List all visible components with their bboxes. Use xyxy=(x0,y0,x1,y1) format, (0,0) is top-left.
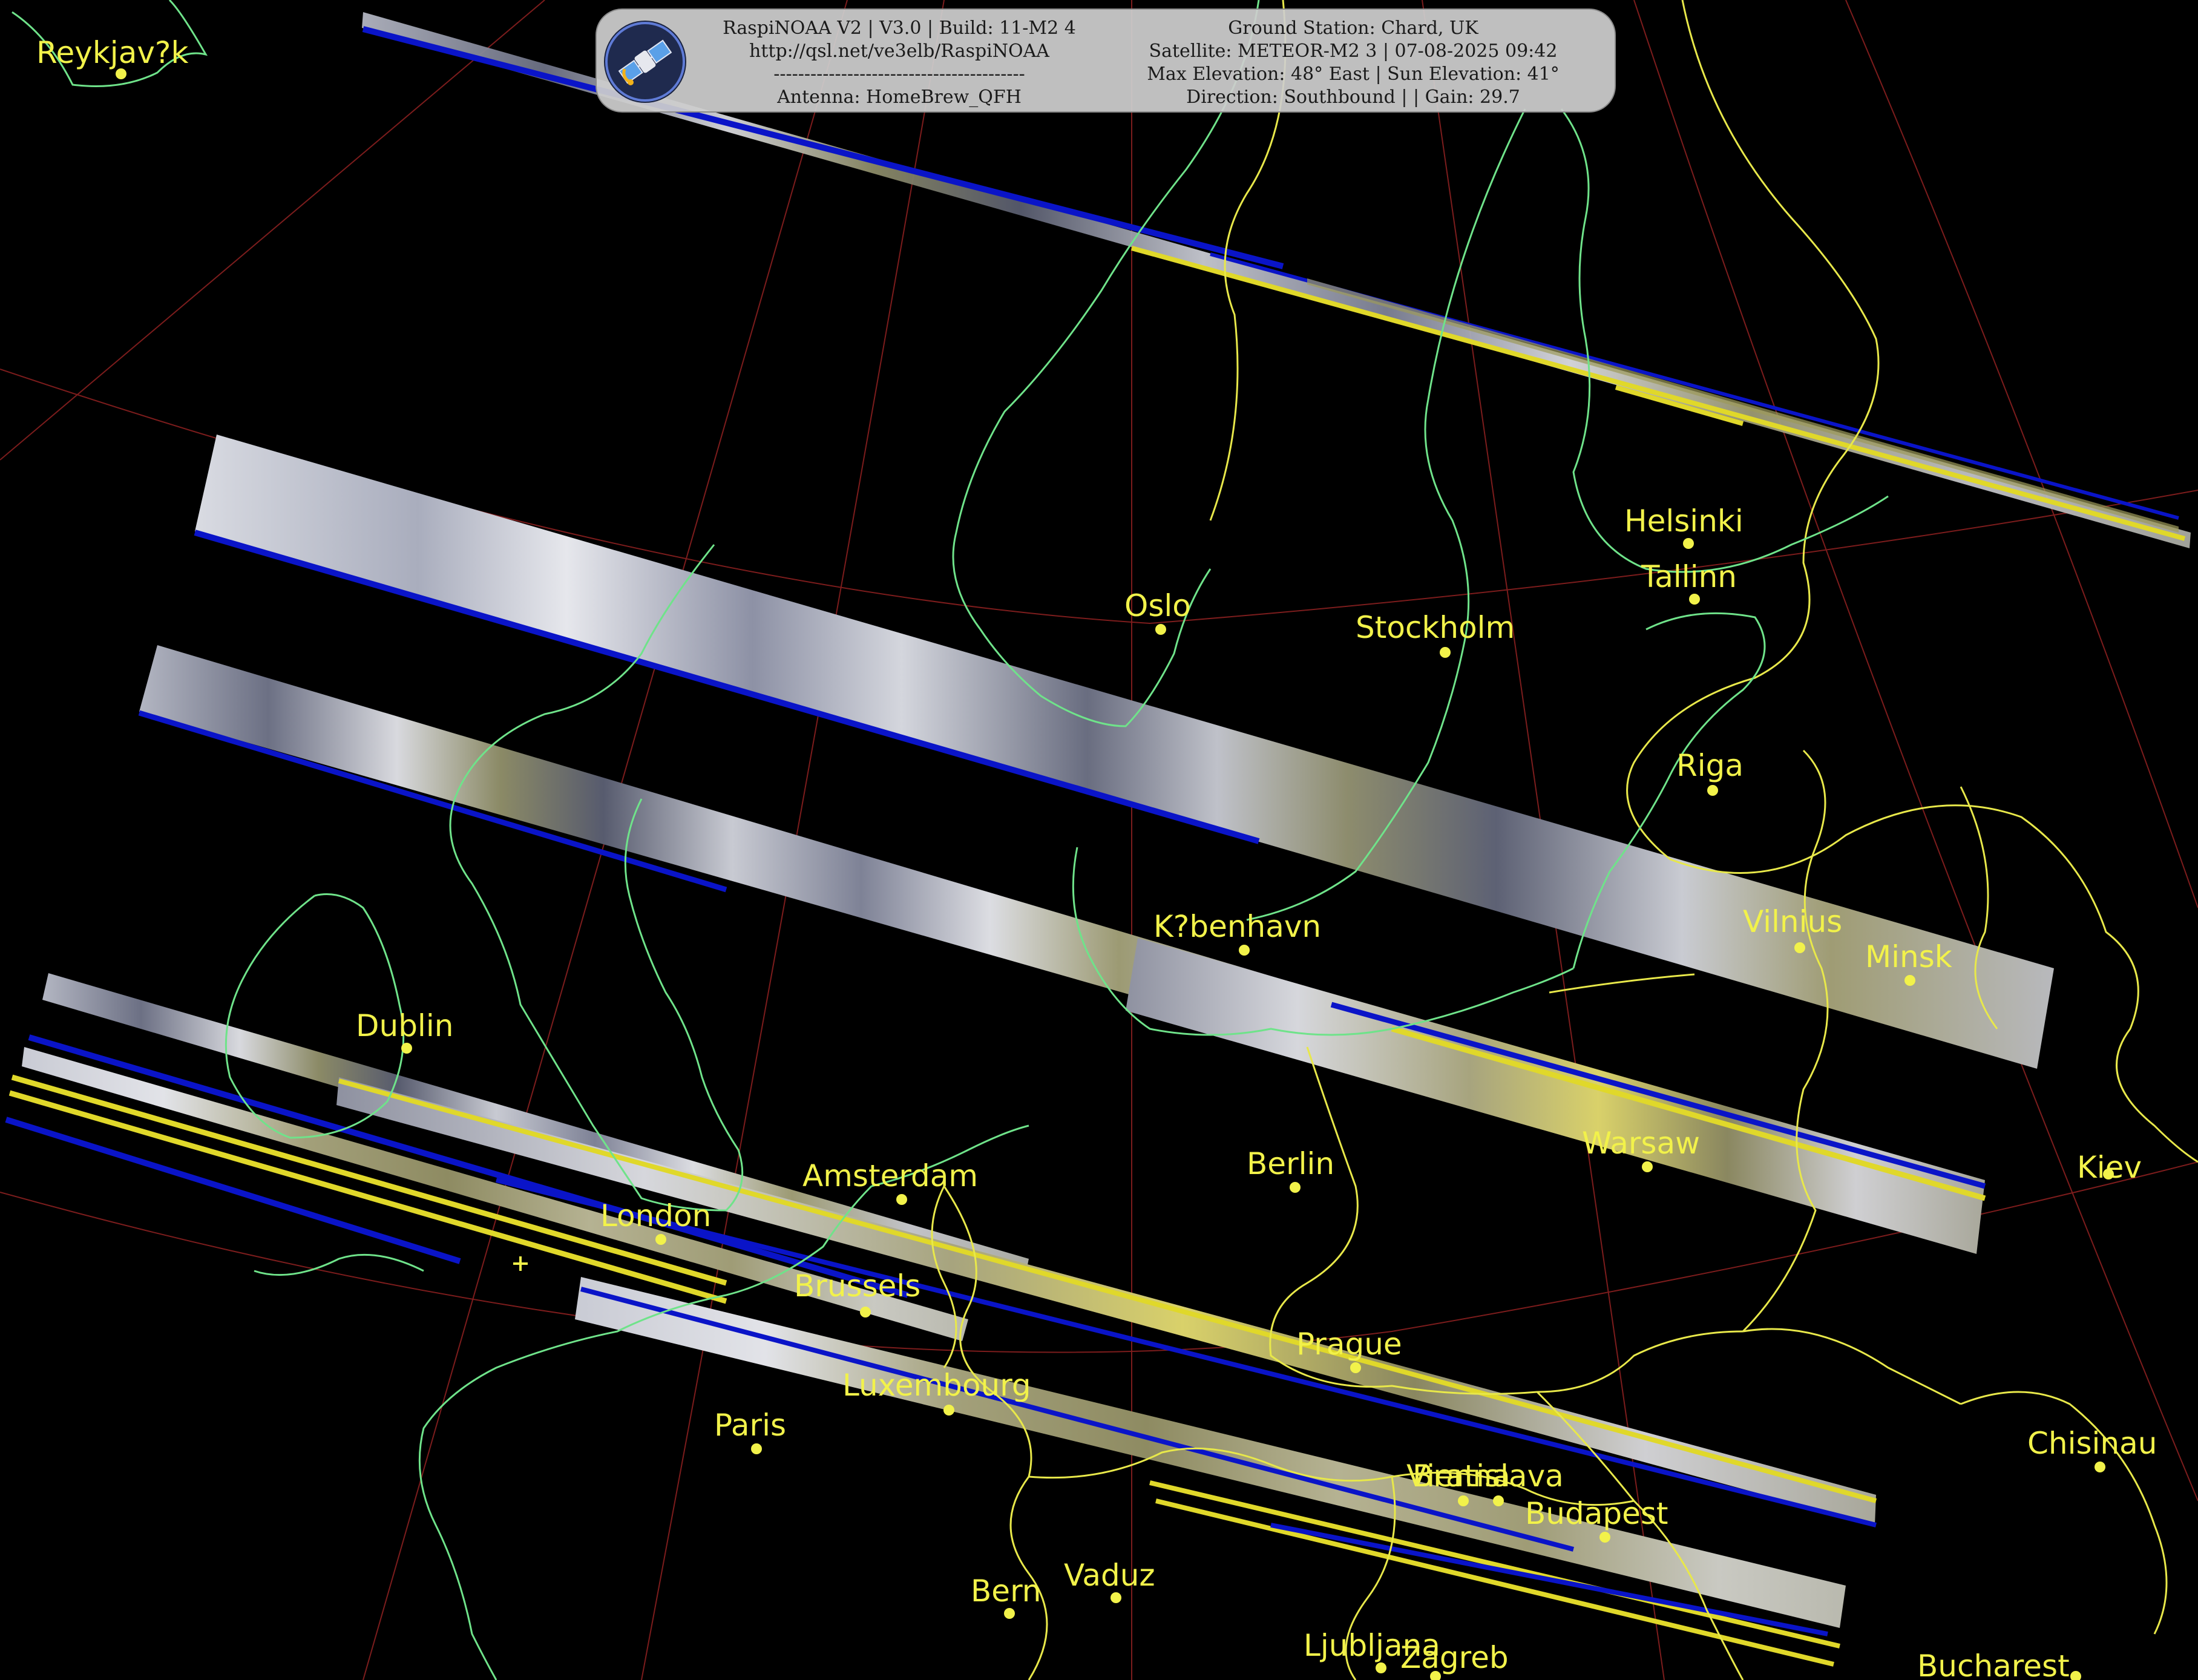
city-label-bratislava: Bratislava xyxy=(1412,1459,1564,1494)
city-dot-bratislava xyxy=(1493,1495,1504,1506)
city-dot-brussels xyxy=(860,1307,871,1317)
city-label-berlin: Berlin xyxy=(1247,1146,1334,1181)
city-dot-k-benhavn xyxy=(1239,945,1250,956)
city-label-london: London xyxy=(600,1198,711,1233)
city-dot-vaduz xyxy=(1110,1592,1121,1603)
city-dot-prague xyxy=(1350,1362,1361,1373)
city-label-oslo: Oslo xyxy=(1124,588,1191,623)
city-dot-ljubljana xyxy=(1376,1662,1386,1673)
city-dot-helsinki xyxy=(1683,538,1694,549)
antenna-line: Antenna: HomeBrew_QFH xyxy=(777,87,1022,108)
city-dot-berlin xyxy=(1290,1182,1301,1193)
satellite-line: Satellite: METEOR-M2 3 | 07-08-2025 09:4… xyxy=(1149,41,1558,62)
scan-strips xyxy=(5,12,2191,1667)
city-label-prague: Prague xyxy=(1296,1327,1402,1362)
city-dot-chisinau xyxy=(2095,1462,2105,1472)
city-dot-minsk xyxy=(1904,975,1915,986)
city-label-amsterdam: Amsterdam xyxy=(802,1158,978,1193)
city-label-warsaw: Warsaw xyxy=(1582,1126,1700,1161)
city-dot-tallinn xyxy=(1689,594,1700,605)
satellite-icon xyxy=(604,21,686,103)
pass-details: Ground Station: Chard, UK Satellite: MET… xyxy=(1099,17,1607,109)
city-dot-dublin xyxy=(401,1043,412,1054)
satellite-map: Reykjav?k Helsinki Tallinn Oslo Stockholm Rig… xyxy=(0,0,2198,1680)
city-dot-oslo xyxy=(1155,624,1166,635)
city-label-minsk: Minsk xyxy=(1865,939,1952,974)
city-label-bucharest: Bucharest xyxy=(1917,1649,2070,1680)
project-url: http://qsl.net/ve3elb/RaspiNOAA xyxy=(749,41,1049,62)
city-label-k-benhavn: K?benhavn xyxy=(1153,909,1321,944)
city-label-vaduz: Vaduz xyxy=(1064,1558,1155,1593)
separator-line: ----------------------------------------… xyxy=(773,64,1025,85)
ground-station-line: Ground Station: Chard, UK xyxy=(1228,18,1478,39)
city-dot-paris xyxy=(751,1443,762,1454)
city-label-budapest: Budapest xyxy=(1525,1496,1668,1531)
city-dot-vienna xyxy=(1458,1495,1469,1506)
city-label-luxembourg: Luxembourg xyxy=(842,1368,1031,1403)
city-label-riga: Riga xyxy=(1676,748,1744,783)
city-dot-stockholm xyxy=(1440,647,1451,658)
elevation-line: Max Elevation: 48° East | Sun Elevation:… xyxy=(1147,64,1560,85)
city-dot-luxembourg xyxy=(943,1405,954,1416)
build-info: RaspiNOAA V2 | V3.0 | Build: 11-M2 4 htt… xyxy=(706,17,1093,109)
direction-line: Direction: Southbound | | Gain: 29.7 xyxy=(1186,87,1520,108)
city-dot-london xyxy=(655,1234,666,1245)
city-label-kiev: Kiev xyxy=(2077,1150,2142,1185)
city-label-vilnius: Vilnius xyxy=(1743,904,1842,939)
city-label-brussels: Brussels xyxy=(794,1268,920,1304)
city-label-zagreb: Zagreb xyxy=(1400,1640,1509,1675)
city-label-reykjav-k: Reykjav?k xyxy=(36,35,188,70)
city-label-dublin: Dublin xyxy=(356,1008,453,1043)
ground-station-marker xyxy=(513,1256,528,1271)
city-dot-vilnius xyxy=(1794,942,1805,953)
city-dot-bern xyxy=(1004,1608,1015,1619)
build-line: RaspiNOAA V2 | V3.0 | Build: 11-M2 4 xyxy=(723,18,1076,39)
pass-info-panel: RaspiNOAA V2 | V3.0 | Build: 11-M2 4 htt… xyxy=(595,8,1616,113)
city-label-paris: Paris xyxy=(714,1408,786,1443)
city-label-chisinau: Chisinau xyxy=(2027,1426,2157,1461)
city-dot-warsaw xyxy=(1642,1161,1653,1172)
city-dot-budapest xyxy=(1599,1532,1610,1543)
city-label-helsinki: Helsinki xyxy=(1624,504,1744,539)
city-label-bern: Bern xyxy=(971,1573,1041,1609)
city-dot-amsterdam xyxy=(896,1194,907,1205)
city-dot-riga xyxy=(1707,785,1718,796)
city-dot-bucharest xyxy=(2070,1671,2081,1680)
city-label-tallinn: Tallinn xyxy=(1641,559,1737,594)
city-label-stockholm: Stockholm xyxy=(1356,610,1515,645)
